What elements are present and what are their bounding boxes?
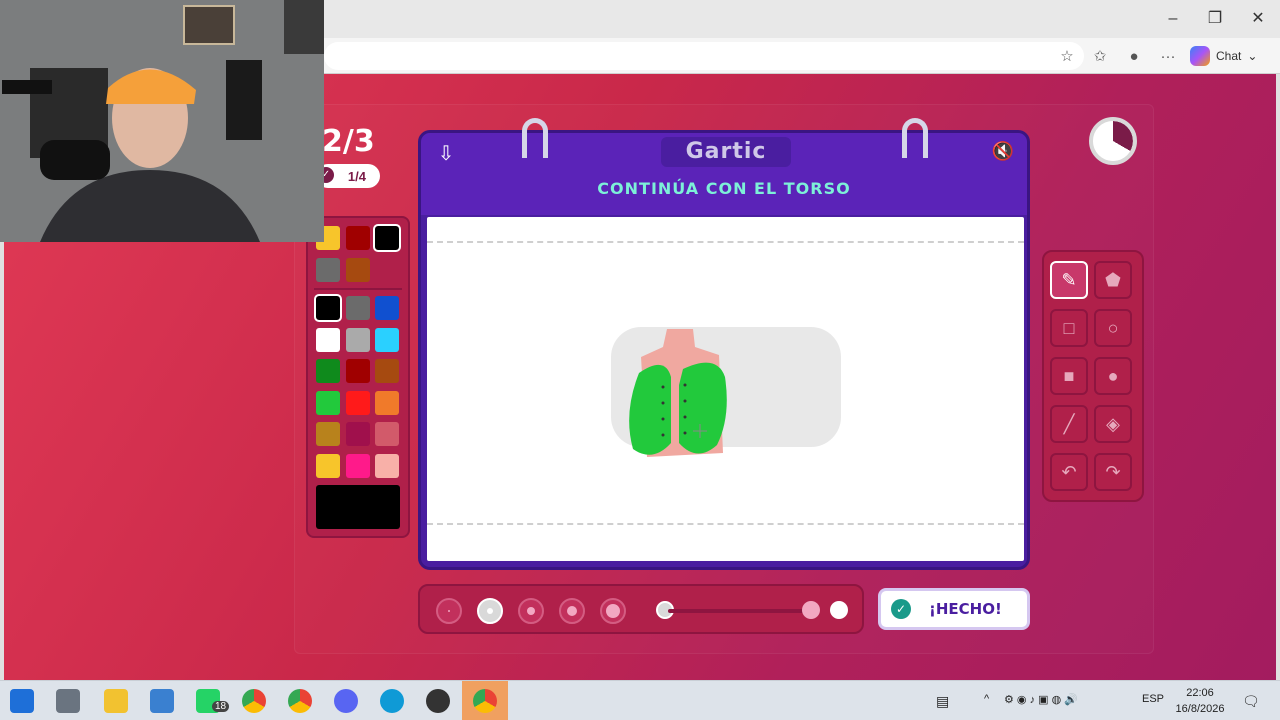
- close-icon[interactable]: ✕: [1243, 8, 1273, 30]
- circle-outline-icon[interactable]: ○: [1094, 309, 1132, 347]
- gartic-logo: Gartic: [661, 137, 791, 167]
- recent-color-swatch[interactable]: [316, 258, 340, 282]
- discord-icon[interactable]: [334, 689, 358, 713]
- color-swatch[interactable]: [375, 296, 399, 320]
- timer-icon: [1089, 117, 1137, 165]
- board-header: ⇩ Gartic CONTINÚA CON EL TORSO 🔇: [421, 133, 1027, 215]
- color-swatch[interactable]: [375, 327, 399, 352]
- task-view-icon[interactable]: [56, 689, 80, 713]
- eraser-icon[interactable]: ⬟: [1094, 261, 1132, 299]
- rectangle-outline-icon[interactable]: □: [1050, 309, 1088, 347]
- redo-icon[interactable]: ↷: [1094, 453, 1132, 491]
- profile-icon[interactable]: ●: [1124, 47, 1144, 67]
- color-swatch[interactable]: [316, 390, 340, 415]
- store-icon[interactable]: [150, 689, 174, 713]
- brush-size-5[interactable]: [600, 598, 626, 624]
- done-check-icon: ✓: [891, 599, 911, 619]
- minimize-icon[interactable]: –: [1158, 8, 1188, 30]
- line-icon[interactable]: ╱: [1050, 405, 1088, 443]
- chat-label: Chat: [1216, 49, 1242, 63]
- color-swatch[interactable]: [375, 359, 399, 383]
- clock[interactable]: 22:06 16/8/2026: [1172, 685, 1228, 717]
- opacity-slider-handle[interactable]: [830, 601, 848, 619]
- brush-size-1[interactable]: [436, 598, 462, 624]
- screen: – ❐ ✕ ☆ ✩ ● ··· Chat ⌄ 2/3 1/4 ✓ ✎ ⬟ □ ○…: [0, 0, 1280, 720]
- recent-color-swatch[interactable]: [373, 224, 401, 252]
- color-swatch[interactable]: [345, 296, 370, 320]
- copilot-icon: [1190, 46, 1210, 66]
- pencil-icon[interactable]: ✎: [1050, 261, 1088, 299]
- color-swatch[interactable]: [345, 390, 370, 415]
- current-color-preview: [316, 485, 400, 529]
- color-swatch[interactable]: [316, 327, 340, 352]
- done-label: ¡HECHO!: [929, 600, 1002, 618]
- color-swatch[interactable]: [375, 453, 399, 478]
- chrome-icon[interactable]: [242, 689, 266, 713]
- brush-size-3[interactable]: [518, 598, 544, 624]
- taskbar: 18 ▤ ^ ⚙ ◉ ♪ ▣ ◍ 🔊 ESP 22:06 16/8/2026 🗨: [0, 680, 1280, 720]
- chrome-active-icon[interactable]: [473, 689, 497, 713]
- drawing: [611, 327, 841, 457]
- done-button[interactable]: ✓ ¡HECHO!: [878, 588, 1030, 630]
- rectangle-filled-icon[interactable]: ■: [1050, 357, 1088, 395]
- turn-count: 1/4: [347, 168, 366, 184]
- notifications-icon[interactable]: 🗨: [1242, 693, 1260, 710]
- clock-date: 16/8/2026: [1175, 703, 1225, 715]
- recent-color-swatch[interactable]: [346, 226, 370, 250]
- color-swatch[interactable]: [345, 359, 370, 383]
- windows-start-icon[interactable]: [10, 689, 34, 713]
- circle-filled-icon[interactable]: ●: [1094, 357, 1132, 395]
- color-swatch[interactable]: [345, 422, 370, 446]
- language-indicator[interactable]: ESP: [1142, 693, 1164, 705]
- star-icon[interactable]: ☆: [1057, 47, 1077, 67]
- drawing-board: ⇩ Gartic CONTINÚA CON EL TORSO 🔇: [418, 130, 1030, 570]
- color-swatch[interactable]: [345, 327, 370, 352]
- chrome-profile-icon[interactable]: [288, 689, 312, 713]
- webcam-overlay: [0, 0, 324, 242]
- restore-icon[interactable]: ❐: [1200, 8, 1230, 30]
- fill-bucket-icon[interactable]: ◈: [1094, 405, 1132, 443]
- instruction-text: CONTINÚA CON EL TORSO: [597, 179, 851, 198]
- color-swatch[interactable]: [314, 294, 342, 322]
- more-icon[interactable]: ···: [1158, 47, 1178, 67]
- color-swatch[interactable]: [375, 390, 399, 415]
- news-icon[interactable]: ▤: [936, 693, 949, 710]
- chevron-up-icon[interactable]: ^: [984, 693, 989, 705]
- color-swatch[interactable]: [316, 422, 340, 446]
- mute-icon[interactable]: 🔇: [987, 141, 1019, 167]
- undo-icon[interactable]: ↶: [1050, 453, 1088, 491]
- whatsapp-badge: 18: [212, 701, 230, 712]
- color-swatch[interactable]: [316, 359, 340, 383]
- webcam-feed: [0, 0, 324, 242]
- chat-button[interactable]: Chat ⌄: [1190, 44, 1257, 68]
- download-icon[interactable]: ⇩: [433, 141, 459, 167]
- clock-time: 22:06: [1186, 687, 1214, 699]
- chevron-down-icon: ⌄: [1247, 49, 1258, 63]
- opacity-slider[interactable]: [668, 609, 808, 613]
- binder-ring-right: [902, 118, 928, 158]
- tray-icons[interactable]: ⚙ ◉ ♪ ▣ ◍ 🔊: [1004, 693, 1078, 706]
- round-counter: 2/3: [322, 124, 375, 159]
- binder-ring-left: [522, 118, 548, 158]
- brush-size-2[interactable]: [477, 598, 503, 624]
- color-swatch[interactable]: [375, 422, 399, 446]
- obs-icon[interactable]: [426, 689, 450, 713]
- opacity-max-icon: [802, 601, 820, 619]
- drawing-canvas[interactable]: [427, 217, 1024, 561]
- brush-size-4[interactable]: [559, 598, 585, 624]
- favorites-icon[interactable]: ✩: [1090, 47, 1110, 67]
- recent-color-swatch[interactable]: [346, 258, 370, 282]
- address-bar[interactable]: [324, 42, 1084, 70]
- palette-divider: [314, 288, 402, 290]
- file-explorer-icon[interactable]: [104, 689, 128, 713]
- color-swatch[interactable]: [345, 453, 370, 478]
- edge-icon[interactable]: [380, 689, 404, 713]
- brush-controls: [418, 584, 864, 634]
- color-swatch[interactable]: [316, 453, 340, 478]
